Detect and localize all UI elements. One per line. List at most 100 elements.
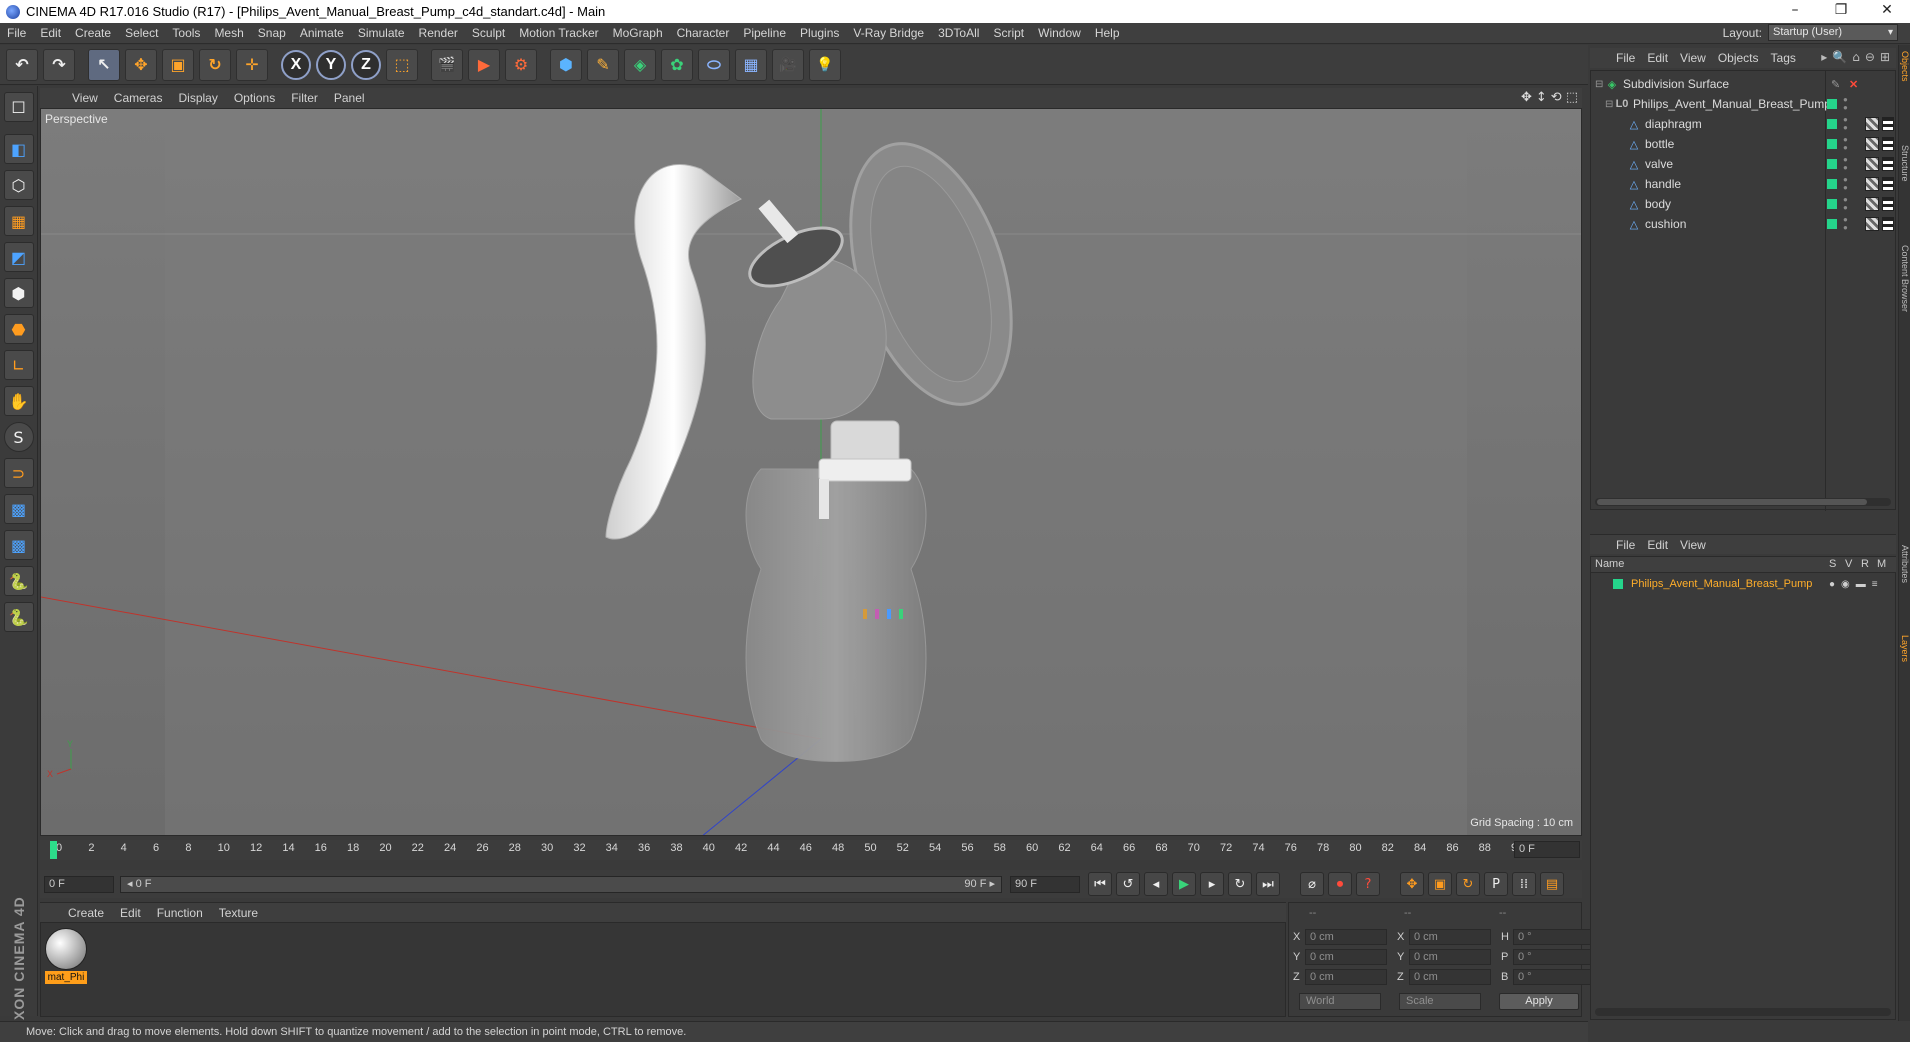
play-forward-icon[interactable]: ▶ bbox=[1172, 872, 1196, 896]
object-manager-scrollbar[interactable] bbox=[1595, 498, 1891, 506]
visibility-dots-icon[interactable]: ● ● bbox=[1843, 116, 1848, 132]
menu-window[interactable]: Window bbox=[1031, 26, 1088, 40]
model-mode-icon[interactable]: ◧ bbox=[3, 134, 34, 164]
texture-tag-icon[interactable] bbox=[1865, 197, 1879, 211]
next-frame-icon[interactable]: ▸ bbox=[1200, 872, 1224, 896]
menu-help[interactable]: Help bbox=[1088, 26, 1127, 40]
size-z-field[interactable]: 0 cm bbox=[1409, 969, 1491, 985]
pen-spline-icon[interactable]: ✎ bbox=[587, 48, 619, 81]
lm-menu-file[interactable]: File bbox=[1610, 538, 1641, 552]
move-tool-icon[interactable]: ✥ bbox=[125, 48, 157, 81]
scale-tool-icon[interactable]: ▣ bbox=[162, 48, 194, 81]
scheme-icon[interactable]: ▤ bbox=[1540, 872, 1564, 896]
material-swatch[interactable]: mat_Phi bbox=[45, 928, 87, 984]
preview-range-slider[interactable]: ◂ 0 F 90 F ▸ bbox=[120, 876, 1002, 893]
render-settings-icon[interactable]: ⚙ bbox=[505, 48, 537, 81]
menu-snap[interactable]: Snap bbox=[251, 26, 293, 40]
om-home-icon[interactable]: ⌂ bbox=[1852, 50, 1860, 64]
position-x-field[interactable]: 0 cm bbox=[1305, 929, 1387, 945]
layer-color-tag[interactable] bbox=[1827, 159, 1837, 169]
object-name[interactable]: Subdivision Surface bbox=[1623, 77, 1729, 91]
viewport-menu-options[interactable]: Options bbox=[226, 91, 283, 105]
material-menu-function[interactable]: Function bbox=[149, 906, 211, 920]
col-solo[interactable]: S bbox=[1829, 558, 1836, 570]
menu-file[interactable]: File bbox=[0, 26, 33, 40]
axis-mode-icon[interactable]: ∟ bbox=[3, 350, 34, 380]
make-editable-icon[interactable]: ☐ bbox=[3, 92, 34, 122]
texture-mode-icon[interactable]: ⬡ bbox=[3, 170, 34, 200]
viewport-menu-filter[interactable]: Filter bbox=[283, 91, 326, 105]
rotate-tool-icon[interactable]: ↻ bbox=[199, 48, 231, 81]
layer-color-tag[interactable] bbox=[1827, 99, 1837, 109]
om-collapse-icon[interactable]: ⊖ bbox=[1865, 50, 1875, 64]
menu-tools[interactable]: Tools bbox=[165, 26, 207, 40]
visibility-dots-icon[interactable]: ● ● bbox=[1843, 176, 1848, 192]
om-menu-objects[interactable]: Objects bbox=[1712, 51, 1765, 65]
om-menu-tags[interactable]: Tags bbox=[1765, 51, 1802, 65]
material-menu-edit[interactable]: Edit bbox=[112, 906, 149, 920]
go-to-end-icon[interactable]: ⏭ bbox=[1256, 872, 1280, 896]
orbit-view-icon[interactable]: ⟲ bbox=[1551, 90, 1562, 105]
viewport-menu-view[interactable]: View bbox=[64, 91, 106, 105]
object-name[interactable]: valve bbox=[1645, 157, 1673, 171]
y-axis-lock-icon[interactable]: Y bbox=[316, 49, 346, 80]
record-rotation-icon[interactable]: ↻ bbox=[1456, 872, 1480, 896]
restore-button[interactable]: ❐ bbox=[1818, 0, 1864, 23]
material-tag-icon[interactable] bbox=[1882, 197, 1894, 211]
material-menu-texture[interactable]: Texture bbox=[211, 906, 266, 920]
menu-motion-tracker[interactable]: Motion Tracker bbox=[512, 26, 605, 40]
cube-primitive-icon[interactable]: ⬢ bbox=[550, 48, 582, 81]
col-render[interactable]: R bbox=[1861, 558, 1869, 570]
python-script-icon[interactable]: 🐍 bbox=[3, 566, 34, 596]
visibility-dots-icon[interactable]: ● ● bbox=[1843, 156, 1848, 172]
record-parameter-icon[interactable]: P bbox=[1484, 872, 1508, 896]
coordinate-system-icon[interactable]: ⬚ bbox=[386, 48, 418, 81]
visibility-dots-icon[interactable]: ● ● bbox=[1843, 96, 1848, 112]
object-row[interactable]: △ handle ● ● bbox=[1591, 174, 1896, 194]
current-frame-field[interactable]: 0 F bbox=[1514, 841, 1580, 858]
layer-row[interactable]: Philips_Avent_Manual_Breast_Pump ● ◉ ▬ ≡ bbox=[1591, 575, 1896, 593]
om-more-icon[interactable]: ▸ bbox=[1821, 50, 1827, 64]
redo-icon[interactable]: ↷ bbox=[43, 48, 75, 81]
texture-tag-icon[interactable] bbox=[1865, 177, 1879, 191]
snapping-icon[interactable]: ⊃ bbox=[3, 458, 34, 488]
workplane-mode-icon[interactable]: ▦ bbox=[3, 206, 34, 236]
menu-character[interactable]: Character bbox=[670, 26, 737, 40]
om-menu-edit[interactable]: Edit bbox=[1641, 51, 1674, 65]
object-row[interactable]: △ diaphragm ● ● bbox=[1591, 114, 1896, 134]
texture-tag-icon[interactable] bbox=[1865, 137, 1879, 151]
undo-icon[interactable]: ↶ bbox=[6, 48, 38, 81]
coordinate-space-dropdown[interactable]: World bbox=[1299, 993, 1381, 1010]
layer-color-tag[interactable] bbox=[1827, 119, 1837, 129]
start-frame-field[interactable]: 0 F bbox=[44, 876, 114, 893]
layer-color-swatch[interactable] bbox=[1613, 579, 1623, 589]
menu-mograph[interactable]: MoGraph bbox=[606, 26, 670, 40]
camera-icon[interactable]: 🎥 bbox=[772, 48, 804, 81]
object-row[interactable]: △ cushion ● ● bbox=[1591, 214, 1896, 234]
menu-select[interactable]: Select bbox=[118, 26, 165, 40]
tab-layers[interactable]: Layers bbox=[1900, 635, 1910, 662]
position-z-field[interactable]: 0 cm bbox=[1305, 969, 1387, 985]
autokeying-icon[interactable]: ? bbox=[1356, 872, 1380, 896]
om-search-icon[interactable]: 🔍 bbox=[1832, 50, 1847, 64]
menu-sculpt[interactable]: Sculpt bbox=[465, 26, 512, 40]
om-new-window-icon[interactable]: ⊞ bbox=[1880, 50, 1890, 64]
python-generator-icon[interactable]: 🐍 bbox=[3, 602, 34, 632]
end-frame-field[interactable]: 90 F bbox=[1010, 876, 1080, 893]
zoom-view-icon[interactable]: ↕ bbox=[1536, 90, 1547, 105]
object-name[interactable]: diaphragm bbox=[1645, 117, 1702, 131]
material-tag-icon[interactable] bbox=[1882, 157, 1894, 171]
workplane-lock-icon[interactable]: ▩ bbox=[3, 494, 34, 524]
material-tag-icon[interactable] bbox=[1882, 117, 1894, 131]
floor-environment-icon[interactable]: ▦ bbox=[735, 48, 767, 81]
render-picture-viewer-icon[interactable]: ▶ bbox=[468, 48, 500, 81]
object-name[interactable]: Philips_Avent_Manual_Breast_Pump bbox=[1633, 97, 1831, 111]
cloner-icon[interactable]: ✿ bbox=[661, 48, 693, 81]
live-selection-icon[interactable]: ↖ bbox=[88, 48, 120, 81]
object-name[interactable]: bottle bbox=[1645, 137, 1674, 151]
rotation-h-field[interactable]: 0 ° bbox=[1513, 929, 1595, 945]
z-axis-lock-icon[interactable]: Z bbox=[351, 49, 381, 80]
motion-record-icon[interactable]: ⌀ bbox=[1300, 872, 1324, 896]
perspective-viewport[interactable]: Y X Perspective Grid Spacing : 10 cm bbox=[40, 108, 1582, 836]
timeline-ruler[interactable]: 0 2 4 6 8 10 12 14 16 18 20 22 24 26 28 30 32 34 36 38 40 42 4… bbox=[40, 840, 1582, 860]
